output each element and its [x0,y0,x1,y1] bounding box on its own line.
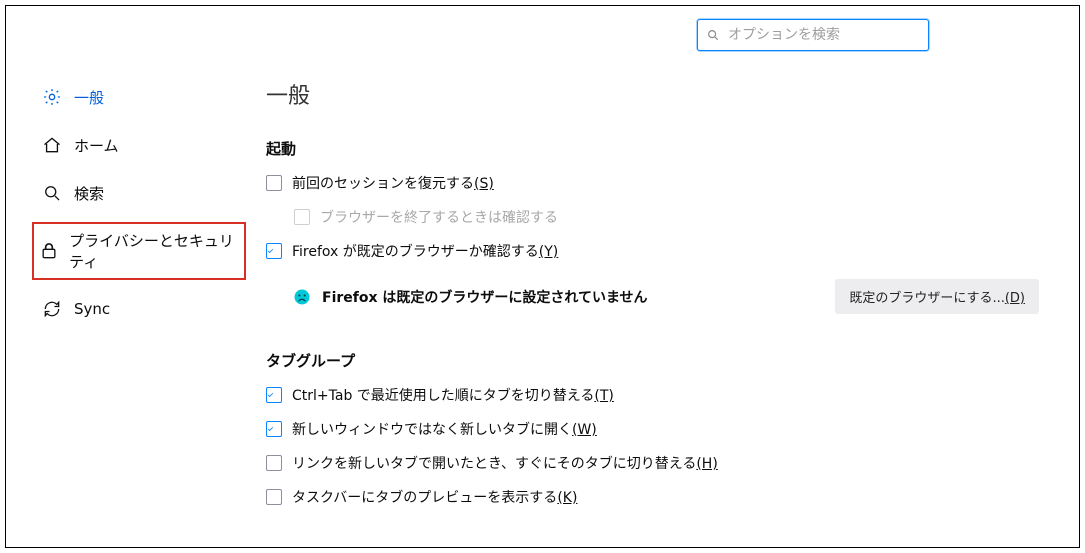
sidebar-item-label: Sync [74,300,110,318]
option-ctrl-tab-mru[interactable]: Ctrl+Tab で最近使用した順にタブを切り替える(T) [266,381,1039,409]
sidebar-item-label: ホーム [74,135,119,156]
search-input[interactable] [726,26,920,44]
option-label: リンクを新しいタブで開いたとき、すぐにそのタブに切り替える(H) [292,453,718,473]
option-restore-session[interactable]: 前回のセッションを復元する(S) [266,169,1039,197]
sidebar-item-privacy-highlight: プライバシーとセキュリティ [32,222,246,280]
search-icon [706,28,726,42]
search-options-field[interactable] [697,19,929,51]
option-label: ブラウザーを終了するときは確認する [320,207,558,227]
section-tab-group: タブグループ Ctrl+Tab で最近使用した順にタブを切り替える(T) 新しい… [266,350,1039,511]
option-label: 新しいウィンドウではなく新しいタブに開く(W) [292,419,597,439]
sidebar-item-search[interactable]: 検索 [40,174,266,212]
sidebar-item-general[interactable]: 一般 [40,78,266,116]
option-label: Firefox が既定のブラウザーか確認する(Y) [292,241,558,261]
checkbox[interactable] [266,175,282,191]
option-confirm-on-quit: ブラウザーを終了するときは確認する [266,203,1039,231]
option-open-in-new-tab[interactable]: 新しいウィンドウではなく新しいタブに開く(W) [266,415,1039,443]
option-switch-immediately[interactable]: リンクを新しいタブで開いたとき、すぐにそのタブに切り替える(H) [266,449,1039,477]
default-browser-status: Firefox は既定のブラウザーに設定されていません [322,287,648,307]
section-heading: 起動 [266,138,1039,159]
sidebar-item-home[interactable]: ホーム [40,126,266,164]
make-default-button[interactable]: 既定のブラウザーにする...(D) [835,279,1039,314]
sidebar-item-label: 検索 [74,183,104,204]
checkbox[interactable] [266,455,282,471]
warning-icon [292,287,312,307]
main-content: 一般 起動 前回のセッションを復元する(S) ブラウザーを終了するときは確認する [266,78,1079,547]
gear-icon [40,85,64,109]
option-label: タスクバーにタブのプレビューを表示する(K) [292,487,577,507]
checkbox[interactable] [266,387,282,403]
sidebar-item-label: 一般 [74,87,104,108]
section-heading: タブグループ [266,350,1039,371]
sidebar-item-sync[interactable]: Sync [40,290,266,328]
home-icon [40,133,64,157]
lock-icon [38,239,59,263]
sidebar-item-privacy[interactable]: プライバシーとセキュリティ [38,230,240,272]
checkbox[interactable] [266,421,282,437]
sidebar-item-label: プライバシーとセキュリティ [69,230,240,272]
checkbox[interactable] [266,489,282,505]
option-label: 前回のセッションを復元する(S) [292,173,494,193]
checkbox [294,209,310,225]
option-label: Ctrl+Tab で最近使用した順にタブを切り替える(T) [292,385,614,405]
default-browser-status-row: Firefox は既定のブラウザーに設定されていません 既定のブラウザーにする.… [266,279,1039,314]
search-icon [40,181,64,205]
sidebar: 一般 ホーム 検索 [6,78,266,547]
sync-icon [40,297,64,321]
option-taskbar-preview[interactable]: タスクバーにタブのプレビューを表示する(K) [266,483,1039,511]
option-check-default[interactable]: Firefox が既定のブラウザーか確認する(Y) [266,237,1039,265]
page-title: 一般 [266,78,1039,110]
checkbox[interactable] [266,243,282,259]
section-startup: 起動 前回のセッションを復元する(S) ブラウザーを終了するときは確認する [266,138,1039,314]
